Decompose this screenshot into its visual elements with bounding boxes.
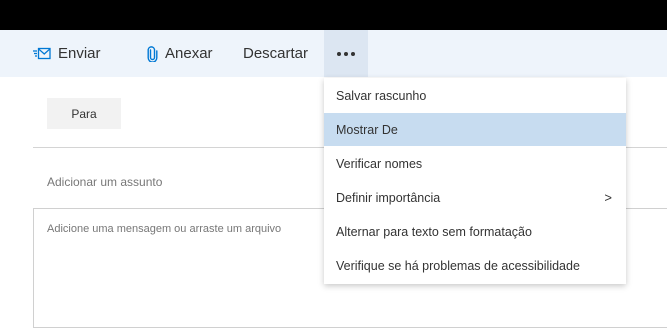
attach-label: Anexar [165, 45, 213, 62]
subject-placeholder: Adicionar um assunto [47, 175, 163, 189]
menu-item-check-names[interactable]: Verificar nomes [324, 147, 626, 180]
menu-item-label: Verificar nomes [336, 156, 423, 171]
menu-item-label: Definir importância [336, 190, 441, 205]
subject-input[interactable]: Adicionar um assunto [47, 175, 162, 189]
more-options-button[interactable] [324, 30, 368, 77]
menu-item-accessibility-check[interactable]: Verifique se há problemas de acessibilid… [324, 249, 626, 282]
discard-label: Descartar [243, 45, 309, 62]
more-options-menu: Salvar rascunho Mostrar De Verificar nom… [324, 78, 626, 284]
menu-item-show-from[interactable]: Mostrar De [324, 113, 626, 146]
send-label: Enviar [58, 45, 101, 62]
menu-item-label: Alternar para texto sem formatação [336, 224, 532, 239]
menu-item-label: Salvar rascunho [336, 88, 427, 103]
attach-button[interactable]: Anexar [147, 30, 213, 77]
more-options-icon [337, 51, 355, 56]
paperclip-icon [147, 45, 158, 62]
to-button[interactable]: Para [47, 98, 121, 129]
menu-item-save-draft[interactable]: Salvar rascunho [324, 79, 626, 112]
message-body-placeholder: Adicione uma mensagem ou arraste um arqu… [47, 223, 282, 235]
discard-button[interactable]: Descartar [243, 30, 308, 77]
to-label: Para [71, 106, 97, 121]
top-black-bar [0, 0, 667, 30]
menu-item-label: Mostrar De [336, 122, 398, 137]
menu-item-label: Verifique se há problemas de acessibilid… [336, 258, 580, 273]
send-icon [33, 47, 51, 61]
menu-item-plain-text[interactable]: Alternar para texto sem formatação [324, 215, 626, 248]
send-button[interactable]: Enviar [33, 30, 101, 77]
menu-item-set-importance[interactable]: Definir importância > [324, 181, 626, 214]
chevron-right-icon: > [604, 190, 612, 205]
